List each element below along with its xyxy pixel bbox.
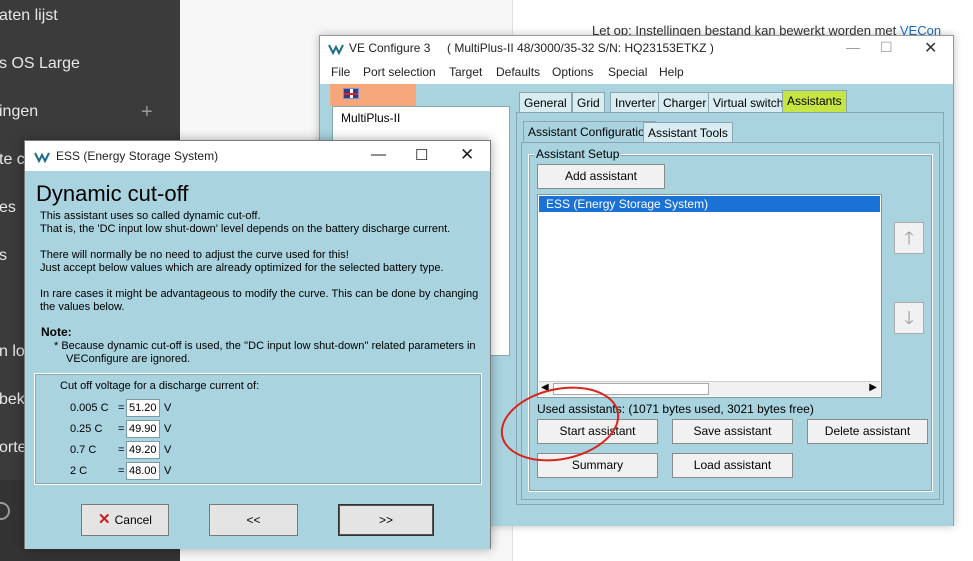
- load-assistant-button[interactable]: Load assistant: [672, 453, 793, 478]
- cutoff-current: 0.7 C: [70, 444, 97, 456]
- minimize-icon[interactable]: —: [371, 146, 386, 163]
- scroll-right-icon[interactable]: ▶: [869, 382, 877, 393]
- dialog-heading: Dynamic cut-off: [36, 181, 189, 206]
- previous-button[interactable]: <<: [209, 504, 298, 536]
- arrow-down-icon: 🡓: [904, 308, 914, 328]
- description-line: There will normally be no need to adjust…: [40, 249, 349, 261]
- sidebar-item[interactable]: te c: [0, 151, 25, 169]
- menu-bar: File Port selection Target Defaults Opti…: [320, 62, 953, 84]
- victron-logo-icon: [34, 152, 50, 164]
- tab-general[interactable]: General: [519, 92, 572, 112]
- cutoff-current: 0.25 C: [70, 423, 103, 435]
- equals-sign: =: [118, 402, 125, 414]
- equals-sign: =: [118, 444, 125, 456]
- note-line: * Because dynamic cut-off is used, the '…: [54, 340, 476, 352]
- cancel-button[interactable]: ✕ Cancel: [81, 504, 169, 536]
- description-line: the values below.: [40, 301, 125, 313]
- sidebar-item[interactable]: orte: [0, 439, 27, 457]
- sidebar-item[interactable]: s OS Large: [0, 55, 80, 73]
- unit-label: V: [164, 444, 172, 456]
- description-line: In rare cases it might be advantageous t…: [40, 288, 479, 300]
- move-up-button[interactable]: 🡑: [894, 222, 924, 254]
- unit-label: V: [164, 423, 172, 435]
- delete-assistant-button[interactable]: Delete assistant: [807, 419, 928, 444]
- menu-special[interactable]: Special: [608, 65, 647, 79]
- menu-help[interactable]: Help: [659, 65, 684, 79]
- cutoff-group: Cut off voltage for a discharge current …: [34, 373, 482, 485]
- unit-label: V: [164, 465, 172, 477]
- dialog-body: Dynamic cut-off This assistant uses so c…: [25, 171, 490, 549]
- arrow-up-icon: 🡑: [904, 228, 914, 248]
- equals-sign: =: [118, 423, 125, 435]
- close-icon[interactable]: ✕: [460, 145, 474, 165]
- cutoff-caption: Cut off voltage for a discharge current …: [60, 380, 260, 392]
- plus-icon[interactable]: +: [141, 101, 153, 124]
- add-assistant-button[interactable]: Add assistant: [537, 164, 665, 189]
- minimize-icon[interactable]: —: [846, 39, 860, 55]
- cancel-label: Cancel: [114, 513, 152, 527]
- description-line: Just accept below values which are alrea…: [40, 262, 444, 274]
- window-title: VE Configure 3 ( MultiPlus-II 48/3000/35…: [349, 41, 714, 55]
- cutoff-voltage-input[interactable]: 51.20: [126, 399, 160, 417]
- menu-defaults[interactable]: Defaults: [496, 65, 540, 79]
- note-label: Note:: [41, 325, 72, 339]
- sidebar-item[interactable]: es: [0, 199, 16, 217]
- cutoff-voltage-input[interactable]: 48.00: [126, 462, 160, 480]
- device-label: MultiPlus-II: [341, 111, 401, 125]
- menu-file[interactable]: File: [331, 65, 350, 79]
- tab-charger[interactable]: Charger: [658, 92, 712, 112]
- ess-dialog: ESS (Energy Storage System) — ☐ ✕ Dynami…: [24, 140, 491, 549]
- close-icon[interactable]: ✕: [924, 38, 937, 58]
- sidebar-item[interactable]: s: [0, 247, 7, 265]
- save-assistant-button[interactable]: Save assistant: [672, 419, 793, 444]
- language-area: [330, 84, 416, 106]
- maximize-icon[interactable]: ☐: [415, 146, 428, 164]
- note-line: VEConfigure are ignored.: [66, 353, 191, 365]
- move-down-button[interactable]: 🡓: [894, 302, 924, 334]
- tab-virtual-switch[interactable]: Virtual switch: [708, 92, 789, 112]
- cutoff-current: 2 C: [70, 465, 88, 477]
- cancel-x-icon: ✕: [98, 511, 111, 528]
- victron-logo-icon: [328, 44, 344, 56]
- uk-flag-icon[interactable]: [343, 88, 359, 99]
- tab-assistant-configuration[interactable]: Assistant Configuration: [523, 121, 657, 142]
- tab-grid[interactable]: Grid: [572, 92, 605, 112]
- assistant-list[interactable]: ESS (Energy Storage System) ◀ ▶: [537, 194, 882, 398]
- cutoff-current: 0.005 C: [70, 402, 109, 414]
- title-bar: VE Configure 3 ( MultiPlus-II 48/3000/35…: [320, 36, 953, 62]
- cutoff-voltage-input[interactable]: 49.90: [126, 420, 160, 438]
- dialog-title-bar: ESS (Energy Storage System) — ☐ ✕: [25, 141, 490, 171]
- assistant-setup-label: Assistant Setup: [534, 147, 622, 161]
- unit-label: V: [164, 402, 172, 414]
- next-button[interactable]: >>: [338, 504, 434, 536]
- list-item[interactable]: ESS (Energy Storage System): [539, 196, 880, 212]
- menu-options[interactable]: Options: [552, 65, 593, 79]
- description-line: That is, the 'DC input low shut-down' le…: [40, 223, 451, 235]
- tab-inverter[interactable]: Inverter: [610, 92, 661, 112]
- equals-sign: =: [118, 465, 125, 477]
- tab-assistant-tools[interactable]: Assistant Tools: [643, 122, 733, 142]
- menu-target[interactable]: Target: [449, 65, 482, 79]
- sidebar-item[interactable]: ingen: [0, 103, 38, 121]
- dialog-title: ESS (Energy Storage System): [56, 149, 219, 163]
- menu-port-selection[interactable]: Port selection: [363, 65, 436, 79]
- maximize-icon[interactable]: ☐: [880, 39, 893, 56]
- sidebar-item[interactable]: aten lijst: [0, 7, 58, 25]
- tab-assistants[interactable]: Assistants: [782, 90, 847, 112]
- description-line: This assistant uses so called dynamic cu…: [40, 210, 261, 222]
- cutoff-voltage-input[interactable]: 49.20: [126, 441, 160, 459]
